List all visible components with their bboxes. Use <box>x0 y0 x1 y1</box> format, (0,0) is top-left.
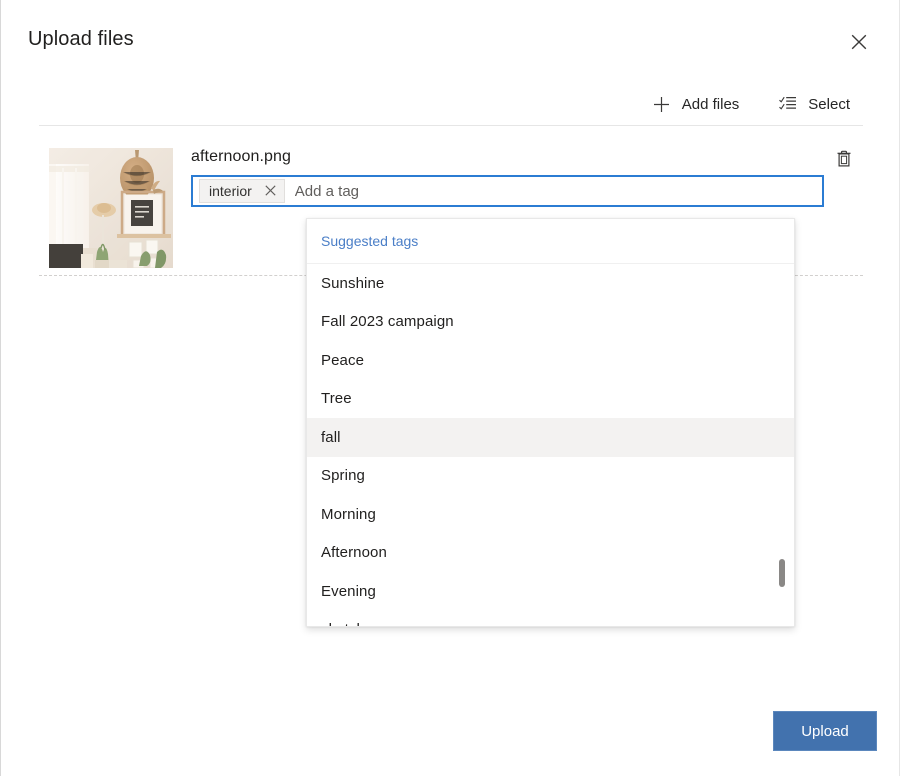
upload-button[interactable]: Upload <box>773 711 877 751</box>
suggestion-item[interactable]: Tree <box>307 380 794 419</box>
tag-chip[interactable]: interior <box>199 179 285 203</box>
suggested-tags-header: Suggested tags <box>307 219 794 264</box>
file-name: afternoon.png <box>191 148 291 166</box>
header-divider <box>39 125 863 126</box>
suggestion-item[interactable]: Morning <box>307 495 794 534</box>
tag-picker-field[interactable]: interior <box>191 175 824 207</box>
file-thumbnail <box>49 148 173 268</box>
checklist-icon <box>779 95 797 113</box>
add-files-label: Add files <box>682 97 740 112</box>
close-icon <box>851 34 867 50</box>
close-button[interactable] <box>841 24 877 60</box>
tag-chip-remove-button[interactable] <box>258 180 284 202</box>
suggestion-item[interactable]: Fall 2023 campaign <box>307 303 794 342</box>
add-files-button[interactable]: Add files <box>640 86 753 122</box>
close-icon <box>265 184 276 199</box>
command-bar: Add files Select <box>640 84 863 124</box>
trash-icon <box>836 150 852 170</box>
dialog-header: Upload files <box>1 0 900 84</box>
tag-input[interactable] <box>295 178 818 204</box>
suggestion-item[interactable]: Afternoon <box>307 534 794 573</box>
plus-icon <box>653 95 671 113</box>
tag-chip-label: interior <box>209 183 252 199</box>
dropdown-scrollbar-thumb[interactable] <box>779 559 785 587</box>
page-title: Upload files <box>28 28 134 51</box>
suggestion-item[interactable]: Sunshine <box>307 264 794 303</box>
suggestion-item[interactable]: sketch <box>307 611 794 627</box>
suggested-tags-list[interactable]: Sunshine Fall 2023 campaign Peace Tree f… <box>307 264 794 626</box>
suggestion-item[interactable]: Evening <box>307 572 794 611</box>
suggestion-item[interactable]: Spring <box>307 457 794 496</box>
suggestion-item[interactable]: fall <box>307 418 794 457</box>
suggested-tags-dropdown: Suggested tags Sunshine Fall 2023 campai… <box>306 218 795 627</box>
select-button[interactable]: Select <box>766 86 863 122</box>
suggestion-item[interactable]: Peace <box>307 341 794 380</box>
upload-files-dialog: Upload files Add files <box>0 0 900 776</box>
delete-file-button[interactable] <box>829 145 859 175</box>
select-label: Select <box>808 97 850 112</box>
